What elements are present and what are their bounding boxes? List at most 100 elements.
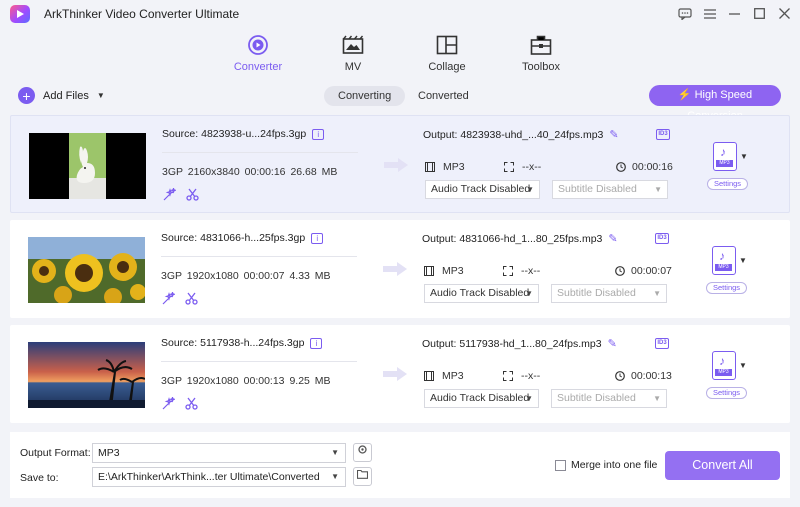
merge-checkbox[interactable]: Merge into one file bbox=[555, 459, 657, 471]
video-thumbnail[interactable] bbox=[28, 237, 145, 303]
high-speed-conversion-button[interactable]: ⚡High Speed Conversion bbox=[649, 85, 781, 122]
tab-converting[interactable]: Converting bbox=[324, 86, 406, 106]
output-format-select[interactable]: MP3 ▼ bbox=[92, 443, 346, 463]
scissors-icon[interactable] bbox=[185, 397, 198, 413]
tab-collage[interactable]: Collage bbox=[407, 34, 487, 73]
output-format-picker[interactable]: ♪ MP3 bbox=[713, 142, 737, 171]
audio-track-select[interactable]: Audio Track Disabled ▼ bbox=[424, 284, 539, 303]
gear-icon bbox=[358, 445, 367, 454]
video-thumbnail[interactable] bbox=[28, 342, 145, 408]
file-item[interactable]: Source: 4823938-u...24fps.3gp i 3GP 2160… bbox=[10, 115, 790, 213]
id3-tag-icon[interactable]: ID3 bbox=[655, 233, 669, 244]
output-name: Output: 4831066-hd_1...80_25fps.mp3 bbox=[422, 232, 603, 245]
chevron-down-icon[interactable]: ▼ bbox=[739, 256, 747, 265]
save-to-select[interactable]: E:\ArkThinker\ArkThink...ter Ultimate\Co… bbox=[92, 467, 346, 487]
scissors-icon[interactable] bbox=[186, 188, 199, 204]
source-resolution: 2160x3840 bbox=[187, 166, 240, 178]
source-duration: 00:00:16 bbox=[244, 166, 286, 178]
output-format-select-value: MP3 bbox=[98, 447, 120, 459]
pencil-icon[interactable]: ✎ bbox=[608, 232, 617, 245]
source-format: 3GP bbox=[162, 166, 183, 178]
audio-track-select[interactable]: Audio Track Disabled ▼ bbox=[424, 389, 539, 408]
maximize-icon[interactable] bbox=[750, 4, 769, 23]
tab-converted[interactable]: Converted bbox=[404, 86, 483, 106]
open-folder-button[interactable] bbox=[353, 467, 372, 486]
close-icon[interactable] bbox=[775, 4, 794, 23]
source-meta: 3GP 1920x1080 00:00:07 4.33 MB bbox=[161, 270, 331, 282]
source-name: Source: 4831066-h...25fps.3gp bbox=[161, 232, 306, 244]
output-format-value: MP3 bbox=[442, 265, 464, 277]
id3-tag-icon[interactable]: ID3 bbox=[656, 129, 670, 140]
chevron-down-icon: ▼ bbox=[653, 394, 661, 403]
tab-toolbox[interactable]: Toolbox bbox=[501, 34, 581, 73]
output-format-picker[interactable]: ♪ MP3 bbox=[712, 246, 736, 275]
magic-wand-icon[interactable] bbox=[162, 290, 176, 308]
subtitle-select[interactable]: Subtitle Disabled ▼ bbox=[552, 180, 668, 199]
tab-converter[interactable]: Converter bbox=[218, 34, 298, 73]
format-tag: MP3 bbox=[715, 369, 732, 376]
magic-wand-icon[interactable] bbox=[163, 186, 177, 204]
edit-tools bbox=[162, 290, 198, 308]
format-tag: MP3 bbox=[716, 160, 733, 167]
film-icon bbox=[424, 266, 434, 276]
output-duration-value: 00:00:13 bbox=[631, 370, 672, 382]
output-format: MP3 bbox=[424, 265, 464, 277]
output-resolution: --x-- bbox=[504, 161, 541, 173]
film-icon bbox=[425, 162, 435, 172]
source-info: Source: 5117938-h...24fps.3gp i bbox=[161, 337, 323, 349]
list-toolbar: + Add Files ▼ Converting Converted ⚡ High… bbox=[0, 80, 800, 122]
feedback-icon[interactable] bbox=[675, 4, 694, 23]
format-tag: MP3 bbox=[715, 264, 732, 271]
chevron-down-icon[interactable]: ▼ bbox=[740, 152, 748, 161]
menu-icon[interactable] bbox=[700, 4, 719, 23]
app-title: ArkThinker Video Converter Ultimate bbox=[44, 7, 240, 21]
id3-tag-icon[interactable]: ID3 bbox=[655, 338, 669, 349]
video-thumbnail[interactable] bbox=[29, 133, 146, 199]
edit-tools bbox=[162, 395, 198, 413]
source-resolution: 1920x1080 bbox=[186, 375, 239, 387]
info-icon[interactable]: i bbox=[312, 128, 325, 140]
subtitle-select[interactable]: Subtitle Disabled ▼ bbox=[551, 389, 667, 408]
add-files-label: Add Files bbox=[43, 89, 89, 102]
resize-icon bbox=[504, 162, 514, 172]
info-icon[interactable]: i bbox=[311, 232, 324, 244]
file-item[interactable]: Source: 5117938-h...24fps.3gp i 3GP 1920… bbox=[10, 325, 790, 423]
minimize-icon[interactable] bbox=[725, 4, 744, 23]
add-files-button[interactable]: + Add Files ▼ bbox=[18, 87, 105, 104]
output-name: Output: 5117938-hd_1...80_24fps.mp3 bbox=[422, 337, 602, 350]
magic-wand-icon[interactable] bbox=[162, 395, 176, 413]
toolbox-icon bbox=[530, 35, 552, 55]
audio-track-select[interactable]: Audio Track Disabled ▼ bbox=[425, 180, 540, 199]
checkbox[interactable] bbox=[555, 459, 566, 471]
pencil-icon[interactable]: ✎ bbox=[608, 337, 617, 350]
source-info: Source: 4823938-u...24fps.3gp i bbox=[162, 128, 325, 140]
output-resolution-value: --x-- bbox=[521, 265, 541, 277]
chevron-down-icon: ▼ bbox=[526, 185, 534, 194]
settings-button[interactable]: Settings bbox=[706, 387, 747, 399]
format-settings-button[interactable] bbox=[353, 443, 372, 462]
output-format-value: MP3 bbox=[443, 161, 465, 173]
chevron-down-icon: ▼ bbox=[331, 448, 339, 457]
scissors-icon[interactable] bbox=[185, 292, 198, 308]
tab-mv[interactable]: MV bbox=[313, 34, 393, 73]
subtitle-select[interactable]: Subtitle Disabled ▼ bbox=[551, 284, 667, 303]
settings-button[interactable]: Settings bbox=[706, 282, 747, 294]
info-icon[interactable]: i bbox=[310, 337, 323, 349]
mv-icon bbox=[342, 35, 364, 54]
chevron-down-icon[interactable]: ▼ bbox=[739, 361, 747, 370]
output-info: Output: 4831066-hd_1...80_25fps.mp3 ✎ bbox=[422, 232, 618, 246]
divider bbox=[161, 256, 357, 257]
settings-button[interactable]: Settings bbox=[707, 178, 748, 190]
convert-all-button[interactable]: Convert All bbox=[665, 451, 780, 480]
convert-arrow-icon bbox=[383, 262, 407, 276]
audio-track-value: Audio Track Disabled bbox=[430, 392, 530, 404]
file-item[interactable]: Source: 4831066-h...25fps.3gp i 3GP 1920… bbox=[10, 220, 790, 318]
subtitle-value: Subtitle Disabled bbox=[557, 287, 636, 299]
converter-icon bbox=[248, 35, 268, 55]
pencil-icon[interactable]: ✎ bbox=[609, 128, 618, 141]
output-resolution: --x-- bbox=[503, 370, 540, 382]
tab-converter-label: Converter bbox=[233, 61, 283, 73]
output-format-picker[interactable]: ♪ MP3 bbox=[712, 351, 736, 380]
main-nav: Converter MV Collage Toolbox bbox=[0, 28, 800, 78]
chevron-down-icon[interactable]: ▼ bbox=[97, 91, 105, 100]
